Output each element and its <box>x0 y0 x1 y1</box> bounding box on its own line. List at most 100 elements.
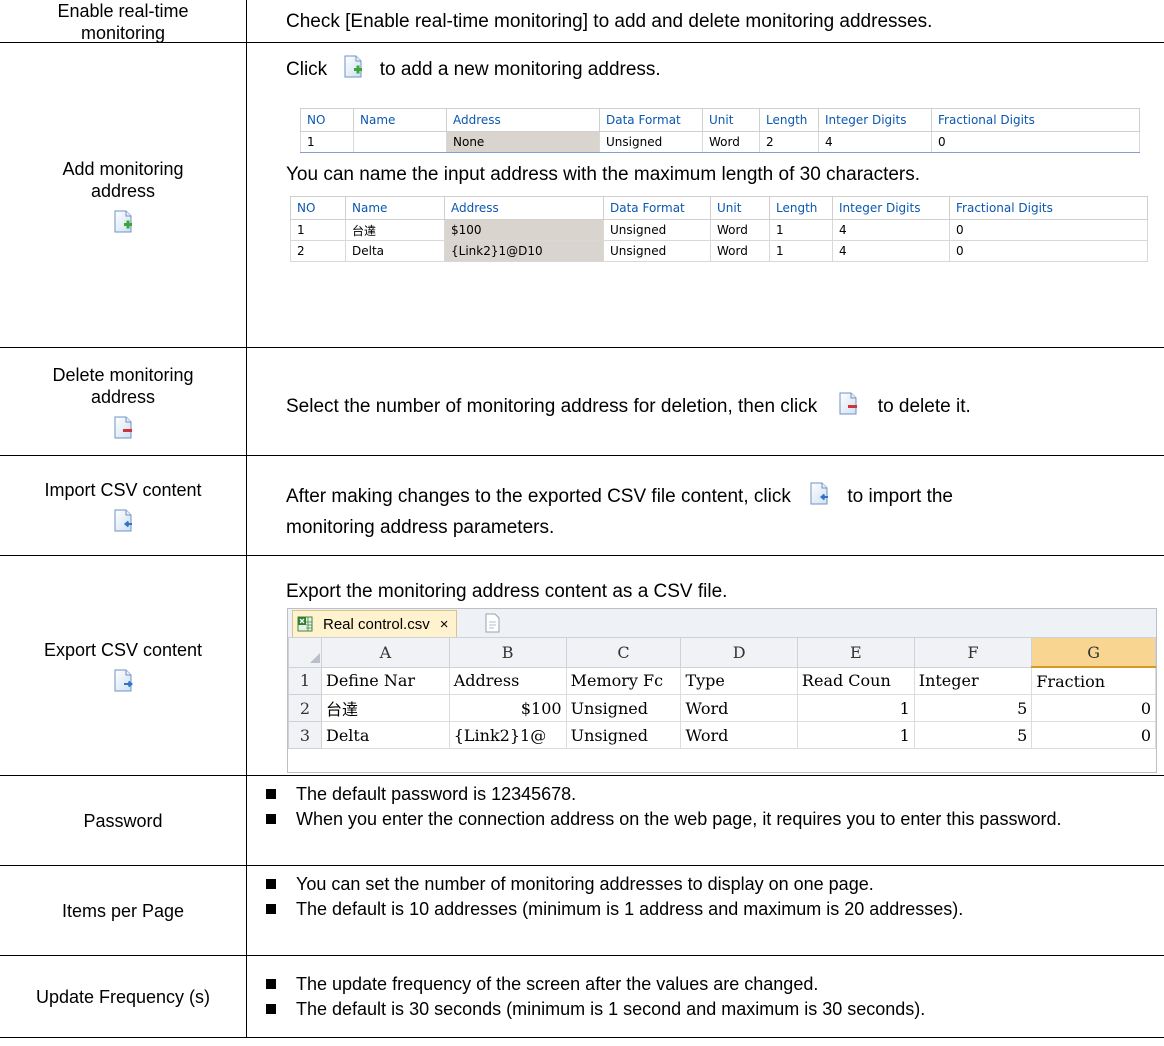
label-cell: Delete monitoring address <box>0 348 246 456</box>
cell[interactable]: Read Coun <box>796 666 915 695</box>
row-header[interactable]: 2 <box>288 694 322 722</box>
cell[interactable]: {Link2}1@D10 <box>444 240 604 262</box>
cell[interactable]: Type <box>680 666 798 695</box>
table-row[interactable]: 1 台達 $100 Unsigned Word 1 4 0 <box>290 219 1148 241</box>
cell[interactable]: Word <box>702 131 760 153</box>
grid-header: Data Format <box>599 108 703 132</box>
text: to import the <box>847 486 953 508</box>
cell[interactable]: Address <box>448 666 567 695</box>
add-instruction: Click to add a new monitoring address. <box>286 55 661 85</box>
close-icon[interactable]: × <box>440 616 449 633</box>
cell[interactable]: 1 <box>769 219 833 241</box>
cell[interactable]: 0 <box>949 240 1148 262</box>
label-cell: Update Frequency (s) <box>0 956 246 1038</box>
cell[interactable]: 台達 <box>345 219 445 241</box>
description: Check [Enable real-time monitoring] to a… <box>286 11 933 32</box>
cell[interactable]: Word <box>710 240 770 262</box>
column-header-selected[interactable]: G <box>1031 637 1156 668</box>
row-header[interactable]: 3 <box>288 721 322 749</box>
cell[interactable]: 4 <box>818 131 932 153</box>
bullet-text: You can set the number of monitoring add… <box>296 874 874 894</box>
table-row[interactable]: 1 Define Nar Address Memory Fc Type Read… <box>288 666 1156 695</box>
file-import-icon <box>112 509 134 533</box>
bullet-icon <box>266 789 276 799</box>
cell[interactable]: 0 <box>1031 694 1156 722</box>
cell[interactable]: Word <box>680 721 798 749</box>
cell[interactable]: $100 <box>444 219 604 241</box>
cell[interactable]: Unsigned <box>565 721 682 749</box>
name-length-note: You can name the input address with the … <box>286 164 921 185</box>
cell[interactable]: Word <box>680 694 798 722</box>
address-grid-empty[interactable]: NO Name Address Data Format Unit Length … <box>300 108 1140 153</box>
cell[interactable]: 台達 <box>321 694 450 722</box>
cell[interactable]: Delta <box>345 240 445 262</box>
table-row[interactable]: 1 None Unsigned Word 2 4 0 <box>300 131 1140 153</box>
row-import-csv: Import CSV content After making changes … <box>0 456 1164 556</box>
table-row[interactable]: 2 Delta {Link2}1@D10 Unsigned Word 1 4 0 <box>290 240 1148 262</box>
cell[interactable]: 1 <box>300 131 354 153</box>
cell[interactable]: Fraction <box>1031 666 1156 695</box>
bullet-text: When you enter the connection address on… <box>296 809 1062 829</box>
table-row[interactable]: 2 台達 $100 Unsigned Word 1 5 0 <box>288 694 1156 722</box>
bullet-text: The update frequency of the screen after… <box>296 974 819 994</box>
column-header[interactable]: A <box>321 637 450 668</box>
cell[interactable]: 1 <box>796 721 915 749</box>
cell[interactable]: 0 <box>949 219 1148 241</box>
cell[interactable]: {Link2}1@ <box>448 721 567 749</box>
column-header[interactable]: D <box>680 637 798 668</box>
text: Click <box>286 59 328 81</box>
cell[interactable]: Unsigned <box>565 694 682 722</box>
select-all-corner[interactable] <box>288 637 322 668</box>
cell[interactable]: 1 <box>796 694 915 722</box>
grid-header: Data Format <box>603 196 711 220</box>
excel-icon <box>297 615 315 633</box>
cell[interactable]: Memory Fc <box>565 666 682 695</box>
address-grid-filled[interactable]: NO Name Address Data Format Unit Length … <box>290 196 1148 262</box>
spreadsheet-grid[interactable]: A B C D E F G 1 Define Nar Address Memor… <box>288 637 1156 749</box>
grid-header: Address <box>446 108 600 132</box>
cell[interactable]: Word <box>710 219 770 241</box>
file-export-icon <box>112 669 134 693</box>
cell[interactable]: 0 <box>931 131 1140 153</box>
file-add-icon <box>112 210 134 234</box>
export-instruction: Export the monitoring address content as… <box>286 581 728 602</box>
cell[interactable]: None <box>446 131 600 153</box>
text: After making changes to the exported CSV… <box>286 486 791 508</box>
import-instruction: After making changes to the exported CSV… <box>286 482 953 512</box>
cell[interactable]: Unsigned <box>603 240 711 262</box>
grid-header: Fractional Digits <box>949 196 1148 220</box>
row-label: Import CSV content <box>44 480 202 500</box>
column-header[interactable]: C <box>565 637 682 668</box>
csv-spreadsheet-window: Real control.csv × A B C D E F G 1 Defin… <box>287 608 1157 773</box>
row-label: Update Frequency (s) <box>35 987 211 1007</box>
bullet-item: The default is 10 addresses (minimum is … <box>266 898 1156 920</box>
cell[interactable]: Integer <box>913 666 1033 695</box>
cell[interactable]: Delta <box>321 721 450 749</box>
cell[interactable]: 4 <box>832 240 950 262</box>
column-header[interactable]: B <box>448 637 567 668</box>
grid-header: Address <box>444 196 604 220</box>
cell[interactable]: 5 <box>913 721 1033 749</box>
table-row[interactable]: 3 Delta {Link2}1@ Unsigned Word 1 5 0 <box>288 721 1156 749</box>
cell[interactable] <box>353 131 447 153</box>
column-header[interactable]: F <box>913 637 1033 668</box>
cell[interactable]: 1 <box>769 240 833 262</box>
cell[interactable]: Define Nar <box>321 666 450 695</box>
cell[interactable]: $100 <box>448 694 567 722</box>
cell[interactable]: 4 <box>832 219 950 241</box>
cell[interactable]: 5 <box>913 694 1033 722</box>
cell[interactable]: 0 <box>1031 721 1156 749</box>
new-tab-icon[interactable] <box>483 613 501 633</box>
column-header[interactable]: E <box>796 637 915 668</box>
cell[interactable]: 2 <box>759 131 819 153</box>
text: to add a new monitoring address. <box>379 59 661 81</box>
cell[interactable]: Unsigned <box>603 219 711 241</box>
cell[interactable]: Unsigned <box>599 131 703 153</box>
grid-header: Name <box>345 196 445 220</box>
tab-real-control-csv[interactable]: Real control.csv × <box>292 610 458 637</box>
bullet-text: The default password is 12345678. <box>296 784 577 804</box>
row-header[interactable]: 1 <box>288 666 322 695</box>
import-instruction-line2: monitoring address parameters. <box>286 517 555 538</box>
cell[interactable]: 2 <box>290 240 346 262</box>
cell[interactable]: 1 <box>290 219 346 241</box>
